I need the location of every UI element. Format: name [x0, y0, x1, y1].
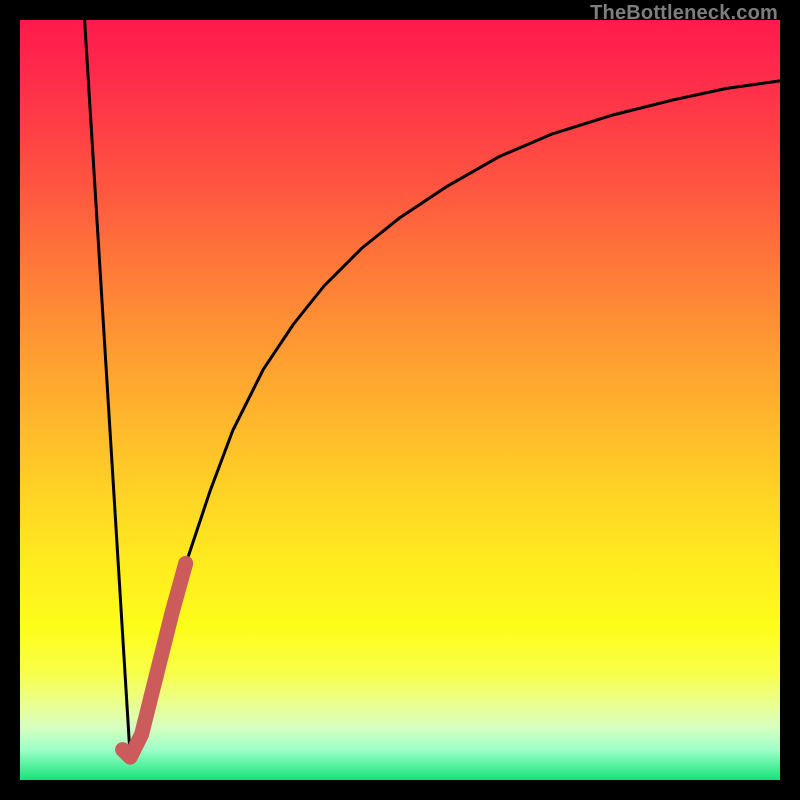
- curve-log: [130, 81, 780, 757]
- curve-left-edge: [85, 20, 131, 757]
- chart-frame: TheBottleneck.com: [0, 0, 800, 800]
- watermark-text: TheBottleneck.com: [590, 2, 778, 25]
- curve-highlight: [123, 563, 186, 757]
- plot-area: [20, 20, 780, 780]
- curve-layer: [20, 20, 780, 780]
